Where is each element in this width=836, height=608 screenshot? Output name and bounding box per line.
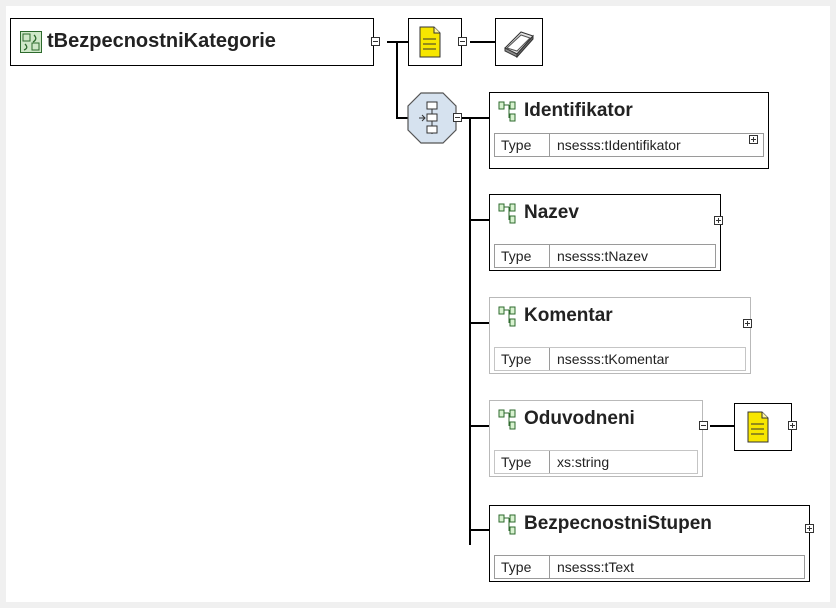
type-label: Type bbox=[501, 454, 532, 470]
type-value: nsesss:tNazev bbox=[557, 248, 649, 264]
element-node-nazev[interactable]: Nazev Type nsesss:tNazev bbox=[489, 194, 723, 271]
element-name: Oduvodneni bbox=[524, 408, 635, 429]
type-label: Type bbox=[501, 351, 532, 367]
annotation-note-icon bbox=[747, 411, 769, 443]
documentation-node[interactable] bbox=[495, 18, 543, 66]
annotation-node[interactable] bbox=[408, 18, 462, 66]
connector bbox=[469, 117, 471, 545]
element-icon bbox=[498, 306, 516, 327]
element-name: Komentar bbox=[524, 305, 613, 326]
annotation-expand-toggle[interactable] bbox=[788, 421, 797, 430]
type-label: Type bbox=[501, 559, 532, 575]
element-node-oduvodneni[interactable]: Oduvodneni Type xs:string bbox=[489, 400, 703, 477]
connector bbox=[469, 219, 489, 221]
element-node-komentar[interactable]: Komentar Type nsesss:tKomentar bbox=[489, 297, 752, 374]
complex-type-icon bbox=[20, 31, 42, 53]
expand-toggle[interactable] bbox=[714, 216, 723, 225]
element-name: BezpecnostniStupen bbox=[524, 513, 712, 534]
connector bbox=[469, 425, 489, 427]
connector bbox=[396, 41, 398, 119]
element-node-identifikator[interactable]: Identifikator Type nsesss:tIdentifikator bbox=[489, 92, 769, 169]
type-value: nsesss:tText bbox=[557, 559, 635, 575]
connector bbox=[469, 529, 489, 531]
type-label: Type bbox=[501, 137, 532, 153]
element-name: Identifikator bbox=[524, 100, 633, 121]
root-type-name: tBezpecnostniKategorie bbox=[47, 30, 276, 52]
connector bbox=[459, 117, 489, 119]
expand-toggle[interactable] bbox=[743, 319, 752, 328]
element-name: Nazev bbox=[524, 202, 579, 223]
compositor-collapse-toggle[interactable] bbox=[453, 113, 462, 122]
connector bbox=[469, 322, 489, 324]
oduvodneni-annotation-node[interactable] bbox=[734, 403, 792, 451]
expand-toggle[interactable] bbox=[805, 524, 814, 533]
annotation-note-icon bbox=[419, 26, 441, 58]
connector bbox=[470, 41, 496, 43]
root-complex-type-node[interactable]: tBezpecnostniKategorie bbox=[10, 18, 374, 66]
type-row: Type xs:string bbox=[494, 450, 698, 474]
type-label: Type bbox=[501, 248, 532, 264]
element-icon bbox=[498, 409, 516, 430]
type-value: nsesss:tKomentar bbox=[557, 351, 670, 367]
connector bbox=[710, 425, 736, 427]
element-icon bbox=[498, 203, 516, 224]
connector bbox=[387, 41, 409, 43]
schema-diagram: tBezpecnostniKategorie Identifikator Typ… bbox=[0, 0, 836, 608]
type-row: Type nsesss:tKomentar bbox=[494, 347, 746, 371]
type-row: Type nsesss:tText bbox=[494, 555, 805, 579]
annotation-collapse-toggle[interactable] bbox=[458, 37, 467, 46]
root-collapse-toggle[interactable] bbox=[371, 37, 380, 46]
type-row: Type nsesss:tIdentifikator bbox=[494, 133, 764, 157]
element-node-bezpecnostnistupen[interactable]: BezpecnostniStupen Type nsesss:tText bbox=[489, 505, 810, 582]
type-value: nsesss:tIdentifikator bbox=[557, 137, 681, 153]
element-icon bbox=[498, 514, 516, 535]
oduvodneni-collapse-toggle[interactable] bbox=[699, 421, 708, 430]
documentation-book-icon bbox=[504, 31, 534, 58]
element-icon bbox=[498, 101, 516, 122]
type-value: xs:string bbox=[557, 454, 610, 470]
type-row: Type nsesss:tNazev bbox=[494, 244, 716, 268]
sequence-compositor-icon[interactable] bbox=[407, 92, 457, 144]
